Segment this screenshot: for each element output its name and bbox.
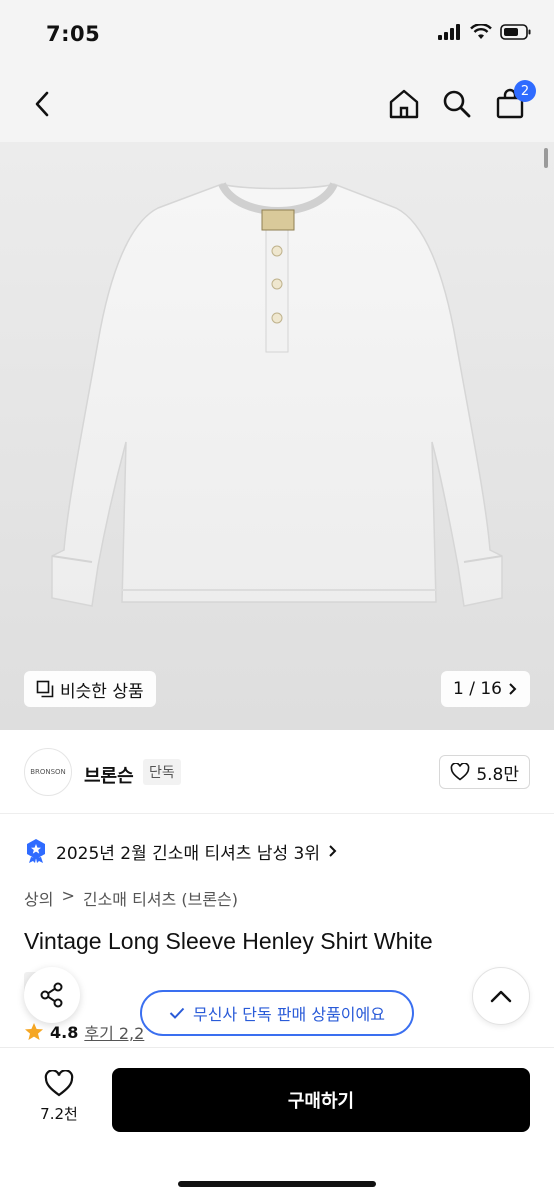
product-like-button[interactable]: 7.2천 — [24, 1070, 94, 1124]
brand-exclusive-tag: 단독 — [143, 759, 181, 785]
brand-like-count: 5.8만 — [476, 764, 519, 785]
breadcrumb-item[interactable]: 긴소매 티셔츠 (브론슨) — [83, 886, 238, 910]
rating-row: 4.8 후기 2,2 — [24, 1020, 144, 1044]
status-bar: 7:05 — [0, 0, 554, 66]
home-button[interactable] — [384, 84, 424, 124]
home-icon — [389, 89, 419, 119]
heart-icon — [450, 763, 470, 781]
shirt-button — [271, 278, 283, 290]
ranking-text: 2025년 2월 긴소매 티셔츠 남성 3위 — [56, 843, 320, 864]
search-icon — [443, 90, 471, 118]
signal-icon — [438, 24, 460, 40]
brand-logo-text: BRONSON — [30, 768, 66, 776]
rating-score: 4.8 — [50, 1022, 79, 1042]
product-title: Vintage Long Sleeve Henley Shirt White — [24, 928, 433, 954]
scrollbar-thumb[interactable] — [544, 148, 548, 168]
brand-row[interactable]: BRONSON 브론슨 단독 5.8만 — [0, 730, 554, 814]
chevron-up-icon — [490, 990, 512, 1003]
battery-icon — [500, 24, 531, 40]
scroll-top-button[interactable] — [472, 967, 530, 1025]
ranking-badge-icon — [27, 839, 45, 863]
similar-products-button[interactable]: 비슷한 상품 — [24, 671, 156, 707]
similar-products-label: 비슷한 상품 — [60, 681, 144, 702]
heart-icon — [44, 1070, 74, 1097]
home-indicator — [178, 1181, 376, 1187]
toast-text: 무신사 단독 판매 상품이에요 — [193, 1005, 385, 1024]
brand-logo[interactable]: BRONSON — [24, 748, 72, 796]
ranking-link[interactable]: 2025년 2월 긴소매 티셔츠 남성 3위 — [24, 838, 338, 864]
top-nav: 2 — [0, 66, 554, 142]
status-time: 7:05 — [46, 22, 101, 46]
image-page-indicator[interactable]: 1 / 16 — [441, 671, 530, 707]
shirt-button — [271, 245, 283, 257]
status-icons — [438, 24, 532, 40]
cart-button[interactable]: 2 — [490, 80, 536, 124]
chevron-right-icon — [329, 845, 337, 857]
product-like-count: 7.2천 — [40, 1105, 78, 1123]
breadcrumb: 상의 > 긴소매 티셔츠 (브론슨) — [24, 886, 238, 910]
search-button[interactable] — [437, 84, 477, 124]
review-count-link[interactable]: 후기 2,2 — [84, 1020, 144, 1044]
share-icon — [40, 982, 63, 1008]
cart-count-badge: 2 — [514, 80, 536, 102]
bottom-action-bar: 7.2천 구매하기 — [0, 1047, 554, 1200]
page-indicator-text: 1 / 16 — [453, 679, 502, 699]
wifi-icon — [470, 24, 492, 39]
back-button[interactable] — [22, 84, 62, 124]
buy-button[interactable]: 구매하기 — [112, 1068, 530, 1132]
star-icon — [25, 1023, 43, 1040]
exclusive-toast: 무신사 단독 판매 상품이에요 — [140, 990, 414, 1036]
copy-icon — [36, 680, 54, 698]
breadcrumb-separator: > — [61, 886, 75, 905]
product-image-carousel[interactable] — [0, 142, 554, 730]
chevron-right-icon — [509, 683, 517, 695]
shirt-button — [271, 312, 283, 324]
product-image — [51, 181, 503, 607]
brand-name[interactable]: 브론슨 — [84, 762, 134, 788]
check-icon — [169, 1007, 185, 1019]
share-button[interactable] — [24, 967, 80, 1023]
brand-like-button[interactable]: 5.8만 — [439, 755, 530, 789]
back-chevron-icon — [35, 91, 49, 117]
breadcrumb-item[interactable]: 상의 — [24, 886, 53, 910]
